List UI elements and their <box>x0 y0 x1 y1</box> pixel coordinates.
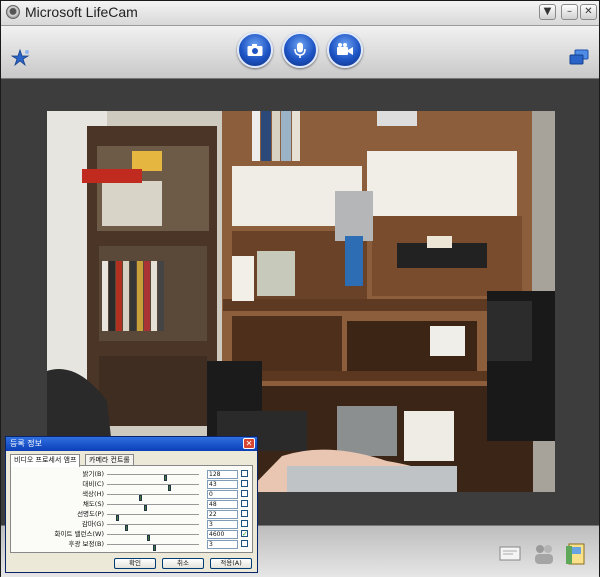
setting-slider[interactable] <box>107 504 199 511</box>
setting-value[interactable]: 43 <box>207 480 238 489</box>
setting-value[interactable]: 3 <box>207 520 238 529</box>
setting-label: 후광 보정(B) <box>68 540 104 548</box>
window-title: Microsoft LifeCam <box>25 4 138 20</box>
setting-slider[interactable] <box>107 534 199 541</box>
video-camera-icon <box>337 43 353 55</box>
setting-value[interactable]: 22 <box>207 510 238 519</box>
setting-row-brightness: 밝기(B) 128 <box>11 470 252 481</box>
effects-star-icon[interactable] <box>10 48 32 70</box>
setting-row-hue: 색상(H) 0 <box>11 490 252 501</box>
webcam-feed-image <box>47 111 555 492</box>
setting-label: 밝기(B) <box>82 470 105 478</box>
message-icon[interactable] <box>498 542 522 566</box>
compact-view-icon[interactable] <box>569 49 589 65</box>
setting-row-contrast: 대비(C) 43 <box>11 480 252 491</box>
setting-slider[interactable] <box>107 544 199 551</box>
settings-panel: 밝기(B) 128 대비(C) 43 색상(H) 0 채도(S) 48 선명도(… <box>10 465 253 553</box>
ok-button[interactable]: 확인 <box>114 558 156 569</box>
setting-slider[interactable] <box>107 514 199 521</box>
audio-record-button[interactable] <box>282 32 318 68</box>
setting-label: 감마(G) <box>81 520 104 528</box>
setting-slider[interactable] <box>107 524 199 531</box>
close-button[interactable]: ✕ <box>580 4 597 20</box>
video-preview <box>47 111 555 492</box>
toolbar <box>1 26 599 79</box>
auto-checkbox[interactable] <box>241 500 248 507</box>
setting-slider[interactable] <box>107 494 199 501</box>
auto-checkbox[interactable] <box>241 490 248 497</box>
setting-slider[interactable] <box>107 474 199 481</box>
setting-row-sharpness: 선명도(P) 22 <box>11 510 252 521</box>
dialog-title: 등록 정보 <box>10 439 42 448</box>
microphone-icon <box>294 42 306 58</box>
setting-row-white-balance: 화이트 밸런스(W) 4600 ✓ <box>11 530 252 541</box>
setting-value[interactable]: 3 <box>207 540 238 549</box>
setting-slider[interactable] <box>107 484 199 491</box>
dialog-title-bar: 등록 정보 ✕ <box>6 437 257 451</box>
webcam-icon <box>6 5 20 19</box>
auto-checkbox[interactable] <box>241 520 248 527</box>
setting-value[interactable]: 0 <box>207 490 238 499</box>
setting-row-saturation: 채도(S) 48 <box>11 500 252 511</box>
slider-thumb[interactable] <box>153 545 156 551</box>
menu-dropdown-button[interactable]: ▼ <box>539 4 556 20</box>
minimize-button[interactable]: – <box>561 4 578 20</box>
setting-value[interactable]: 4600 <box>207 530 238 539</box>
app-window: Microsoft LifeCam ▼ – ✕ 등록 정보 ✕ 비디오 프로세서… <box>0 0 600 577</box>
properties-dialog: 등록 정보 ✕ 비디오 프로세서 앰프 카메라 컨트롤 밝기(B) 128 대비… <box>5 436 258 573</box>
camera-icon <box>247 44 263 56</box>
gallery-icon[interactable] <box>564 542 588 566</box>
cancel-button[interactable]: 취소 <box>162 558 204 569</box>
dialog-close-button[interactable]: ✕ <box>243 438 255 449</box>
auto-checkbox-checked[interactable]: ✓ <box>241 530 248 538</box>
setting-value[interactable]: 128 <box>207 470 238 479</box>
title-bar: Microsoft LifeCam ▼ – ✕ <box>1 1 599 26</box>
auto-checkbox[interactable] <box>241 470 248 477</box>
setting-label: 채도(S) <box>82 500 104 508</box>
auto-checkbox[interactable] <box>241 510 248 517</box>
video-record-button[interactable] <box>327 32 363 68</box>
setting-row-gamma: 감마(G) 3 <box>11 520 252 531</box>
tab-video-proc-amp[interactable]: 비디오 프로세서 앰프 <box>10 454 81 467</box>
setting-row-backlight: 후광 보정(B) 3 <box>11 540 252 551</box>
auto-checkbox[interactable] <box>241 480 248 487</box>
setting-value[interactable]: 48 <box>207 500 238 509</box>
setting-label: 대비(C) <box>82 480 104 488</box>
contacts-icon[interactable] <box>532 542 556 566</box>
apply-button[interactable]: 적용(A) <box>210 558 252 569</box>
setting-label: 화이트 밸런스(W) <box>54 530 104 538</box>
auto-checkbox[interactable] <box>241 540 248 547</box>
books-left <box>102 261 164 331</box>
setting-label: 선명도(P) <box>77 510 104 518</box>
setting-label: 색상(H) <box>82 490 104 498</box>
photo-capture-button[interactable] <box>237 32 273 68</box>
